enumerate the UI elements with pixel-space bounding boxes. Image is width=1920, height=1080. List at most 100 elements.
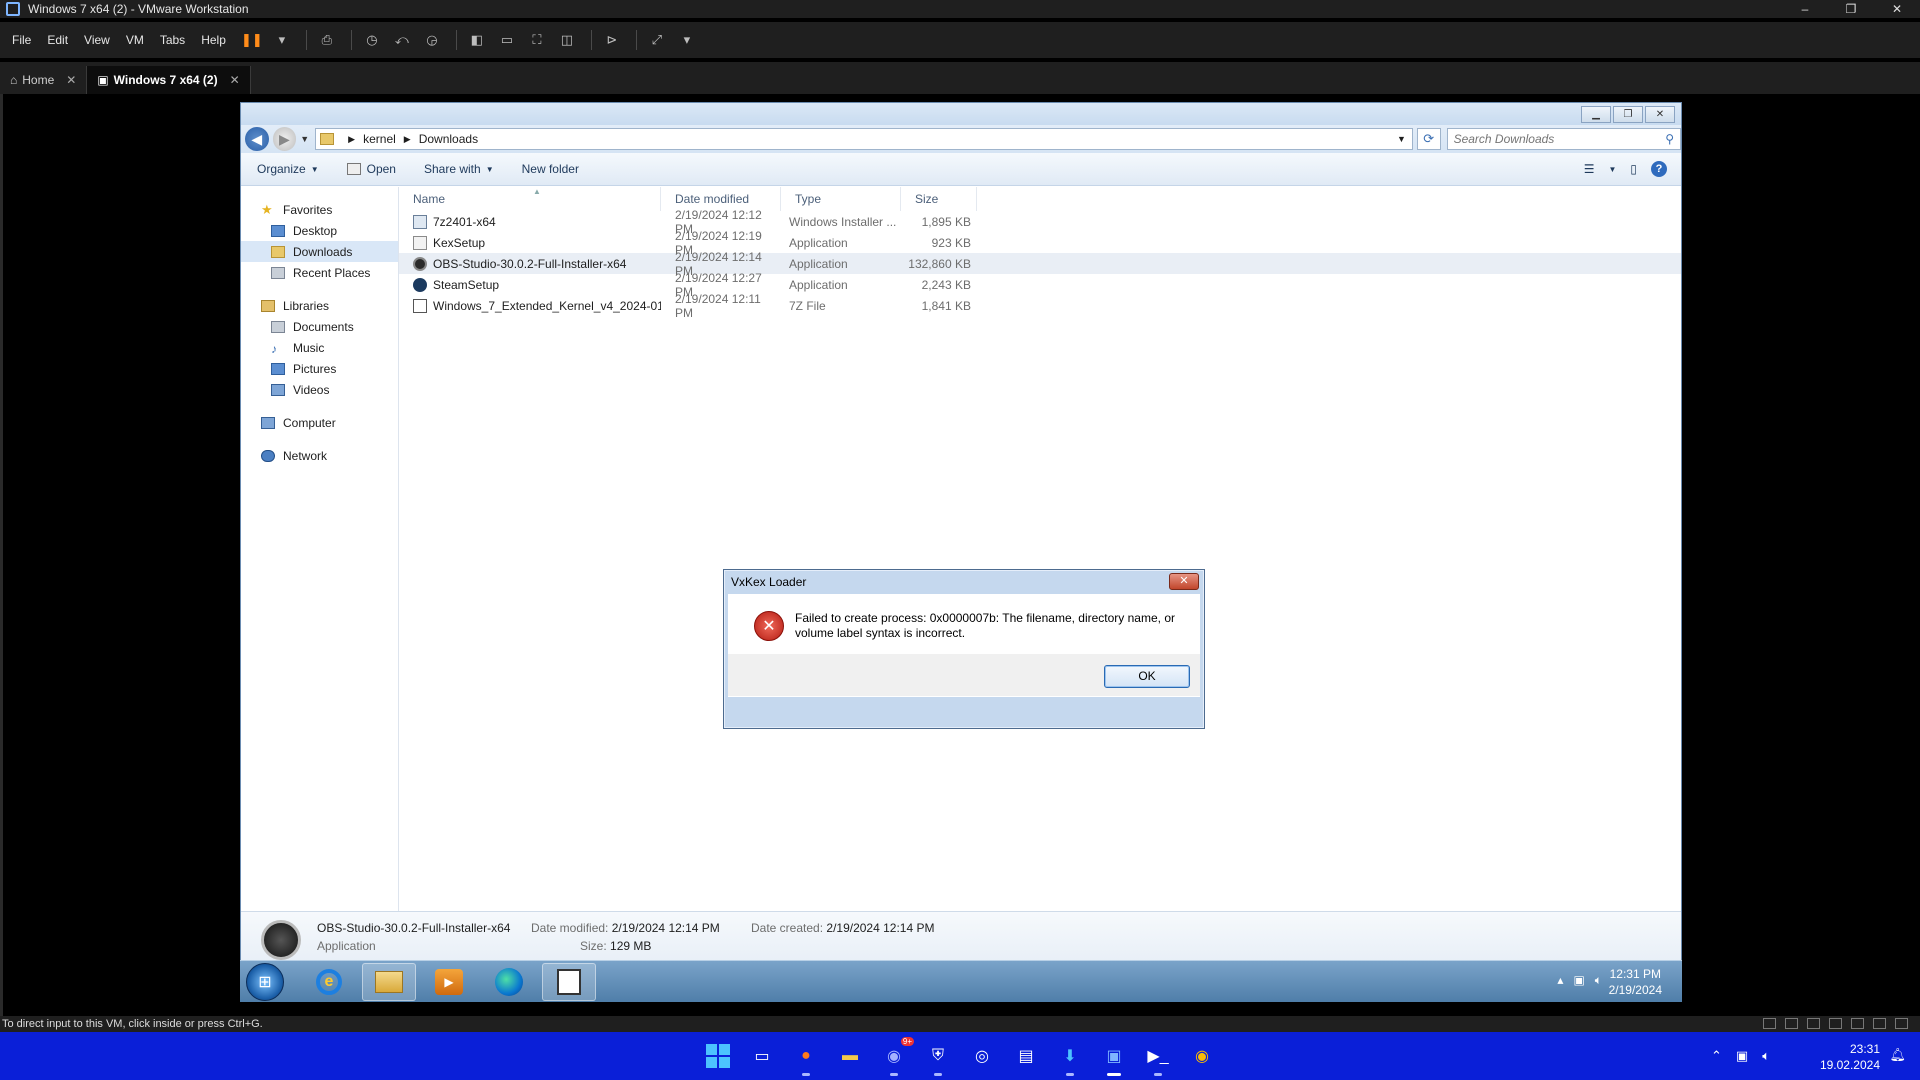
- open-button[interactable]: Open: [346, 162, 396, 176]
- forward-button[interactable]: ▶: [272, 127, 297, 151]
- nav-item-downloads[interactable]: Downloads: [241, 241, 398, 262]
- menu-edit[interactable]: Edit: [47, 33, 68, 47]
- network-tray-icon[interactable]: ▣: [1736, 1048, 1748, 1064]
- notification-bell-icon[interactable]: 🔔︎: [1889, 1047, 1906, 1063]
- host-downloads[interactable]: ⬇: [1054, 1040, 1086, 1076]
- column-header-date-modified[interactable]: Date modified: [661, 187, 781, 211]
- preview-pane-icon[interactable]: ▯: [1630, 162, 1637, 176]
- fullscreen-icon[interactable]: ⛶: [527, 30, 547, 50]
- explorer-minimize-button[interactable]: ▁: [1581, 106, 1611, 123]
- recent-pages-dropdown-icon[interactable]: ▼: [300, 134, 309, 144]
- nav-favorites[interactable]: ★ Favorites: [241, 199, 398, 220]
- nav-item-pictures[interactable]: Pictures: [241, 358, 398, 379]
- volume-icon[interactable]: 🔈︎: [1595, 973, 1602, 988]
- restore-button[interactable]: ❐: [1828, 0, 1874, 18]
- show-hidden-icons-icon[interactable]: ▴: [1557, 973, 1563, 988]
- new-folder-button[interactable]: New folder: [522, 162, 579, 176]
- stretch-guest-icon[interactable]: ⤢: [647, 30, 667, 50]
- close-tab-icon[interactable]: ✕: [66, 73, 76, 87]
- stretch-dropdown-icon[interactable]: ▾: [677, 30, 697, 50]
- taskbar-media-player[interactable]: ▶: [422, 963, 476, 1001]
- file-row-selected[interactable]: OBS-Studio-30.0.2-Full-Installer-x64 2/1…: [399, 250, 1681, 278]
- network-adapter-icon[interactable]: [1807, 1018, 1820, 1029]
- thumbnail-bar-icon[interactable]: ▭: [497, 30, 517, 50]
- close-tab-icon[interactable]: ✕: [230, 73, 240, 87]
- host-task-view[interactable]: ▭: [746, 1040, 778, 1072]
- file-row[interactable]: KexSetup 2/19/2024 12:19 PM Application …: [399, 229, 1681, 257]
- display-icon[interactable]: [1873, 1018, 1886, 1029]
- search-box[interactable]: ⚲: [1446, 128, 1681, 150]
- file-row[interactable]: 7z2401-x64 2/19/2024 12:12 PM Windows In…: [399, 208, 1681, 236]
- host-clock[interactable]: 23:31 19.02.2024: [1820, 1041, 1880, 1073]
- tab-home[interactable]: ⌂ Home ✕: [0, 66, 88, 94]
- file-row[interactable]: Windows_7_Extended_Kernel_v4_2024-01... …: [399, 292, 1681, 320]
- tab-windows7-vm[interactable]: ▣ Windows 7 x64 (2) ✕: [87, 66, 251, 94]
- minimize-button[interactable]: –: [1782, 0, 1828, 18]
- volume-icon[interactable]: 🔈︎: [1762, 1048, 1770, 1064]
- hard-disk-icon[interactable]: [1763, 1018, 1776, 1029]
- address-bar[interactable]: ▶ kernel ▶ Downloads ▼: [315, 128, 1413, 150]
- usb-icon[interactable]: [1829, 1018, 1842, 1029]
- search-input[interactable]: [1453, 132, 1654, 146]
- nav-computer[interactable]: Computer: [241, 412, 398, 433]
- host-obs[interactable]: ◎: [966, 1040, 998, 1072]
- back-button[interactable]: ◀: [245, 127, 269, 151]
- host-terminal[interactable]: ▶_: [1142, 1040, 1174, 1076]
- close-button[interactable]: ✕: [1874, 0, 1920, 18]
- refresh-button[interactable]: ⟳: [1416, 128, 1441, 150]
- host-notepad[interactable]: ▤: [1010, 1040, 1042, 1072]
- guest-clock[interactable]: 12:31 PM 2/19/2024: [1609, 966, 1662, 998]
- sound-card-icon[interactable]: [1851, 1018, 1864, 1029]
- address-dropdown-icon[interactable]: ▼: [1397, 134, 1406, 144]
- nav-libraries[interactable]: Libraries: [241, 295, 398, 316]
- explorer-restore-button[interactable]: ❐: [1613, 106, 1643, 123]
- file-row[interactable]: SteamSetup 2/19/2024 12:27 PM Applicatio…: [399, 271, 1681, 299]
- column-header-type[interactable]: Type: [781, 187, 901, 211]
- unity-icon[interactable]: ◫: [557, 30, 577, 50]
- power-dropdown-icon[interactable]: ▾: [272, 30, 292, 50]
- dialog-close-button[interactable]: ✕: [1169, 573, 1199, 590]
- breadcrumb-arrow-icon[interactable]: ▶: [348, 134, 355, 145]
- message-log-icon[interactable]: [1895, 1018, 1908, 1029]
- menu-vm[interactable]: VM: [126, 33, 144, 47]
- breadcrumb-downloads[interactable]: Downloads: [419, 132, 478, 146]
- nav-item-documents[interactable]: Documents: [241, 316, 398, 337]
- nav-network[interactable]: Network: [241, 445, 398, 466]
- send-ctrl-alt-del-icon[interactable]: ⎙: [317, 30, 337, 50]
- revert-snapshot-icon[interactable]: ⤺: [392, 30, 412, 50]
- pause-icon[interactable]: ❚❚: [241, 30, 263, 50]
- explorer-close-button[interactable]: ✕: [1645, 106, 1675, 123]
- snapshot-manager-icon[interactable]: ◶: [422, 30, 442, 50]
- taskbar-ie[interactable]: e: [302, 963, 356, 1001]
- host-start-button[interactable]: [702, 1040, 734, 1072]
- menu-view[interactable]: View: [84, 33, 110, 47]
- library-view-icon[interactable]: ◧: [467, 30, 487, 50]
- taskbar-edge[interactable]: [482, 963, 536, 1001]
- share-with-button[interactable]: Share with ▼: [424, 162, 494, 176]
- search-icon[interactable]: ⚲: [1665, 132, 1674, 146]
- view-dropdown-icon[interactable]: ▼: [1608, 165, 1616, 174]
- taskbar-vxkex[interactable]: [542, 963, 596, 1001]
- snapshot-icon[interactable]: ◷: [362, 30, 382, 50]
- host-firefox[interactable]: ●: [790, 1040, 822, 1076]
- host-discord[interactable]: ◉ 9+: [878, 1037, 914, 1076]
- menu-help[interactable]: Help: [201, 33, 226, 47]
- help-icon[interactable]: ?: [1651, 161, 1667, 177]
- host-chrome[interactable]: ◉: [1186, 1040, 1218, 1072]
- ok-button[interactable]: OK: [1104, 665, 1190, 688]
- menu-tabs[interactable]: Tabs: [160, 33, 185, 47]
- column-header-size[interactable]: Size: [901, 187, 977, 211]
- column-header-name[interactable]: Name: [399, 187, 661, 211]
- console-view-icon[interactable]: ⊳: [602, 30, 622, 50]
- guest-screen[interactable]: ▁ ❐ ✕ ◀ ▶ ▼ ▶ kernel ▶ Downloads ▼ ⟳ ⚲: [3, 94, 1920, 1016]
- show-hidden-icons-icon[interactable]: ⌃: [1711, 1048, 1722, 1064]
- network-tray-icon[interactable]: ▣: [1573, 973, 1584, 988]
- start-orb-icon[interactable]: ⊞: [246, 963, 284, 1001]
- breadcrumb-arrow-icon[interactable]: ▶: [404, 134, 411, 145]
- nav-item-videos[interactable]: Videos: [241, 379, 398, 400]
- change-view-icon[interactable]: ☰: [1584, 162, 1595, 176]
- host-file-explorer[interactable]: ▬: [834, 1040, 866, 1072]
- breadcrumb-kernel[interactable]: kernel: [363, 132, 396, 146]
- taskbar-explorer[interactable]: [362, 963, 416, 1001]
- nav-item-recent-places[interactable]: Recent Places: [241, 262, 398, 283]
